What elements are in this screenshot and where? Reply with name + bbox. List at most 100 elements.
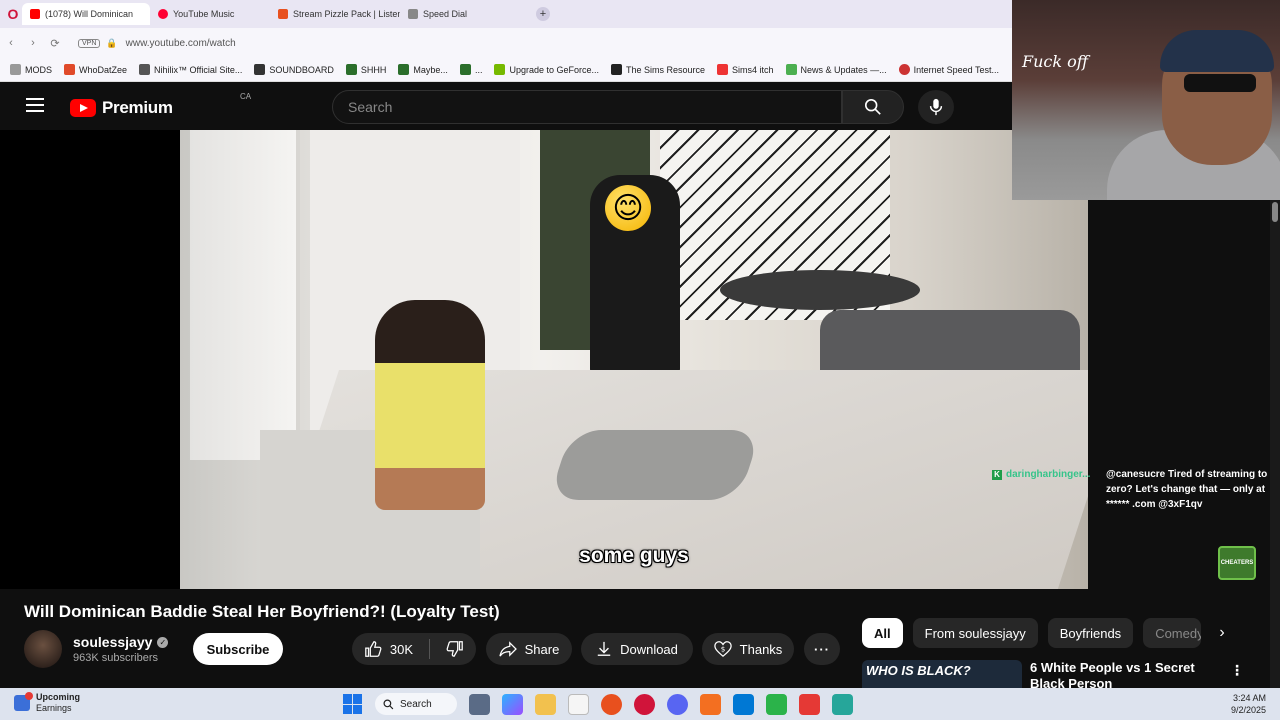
tab-youtube-video[interactable]: (1078) Will Dominican	[22, 3, 150, 25]
webcam-person-cap	[1160, 30, 1274, 72]
tab-label: (1078) Will Dominican	[45, 9, 134, 19]
star-icon	[459, 64, 471, 75]
youtube-favicon-icon	[30, 9, 40, 19]
bookmark-sims-resource[interactable]: The Sims Resource	[611, 64, 705, 75]
new-tab-button[interactable]: +	[536, 7, 550, 21]
chip-from-channel[interactable]: From soulessjayy	[912, 618, 1038, 648]
windows-start-icon[interactable]	[343, 694, 363, 714]
bookmark-whodatzee[interactable]: WhoDatZee	[64, 64, 127, 75]
earnings-widget-icon	[14, 692, 33, 711]
chip-all[interactable]: All	[862, 618, 903, 648]
bookmark-mods[interactable]: MODS	[10, 64, 52, 75]
opera-logo-icon[interactable]: O	[4, 5, 22, 23]
bookmark-other[interactable]: ...	[459, 64, 482, 75]
share-icon	[499, 641, 517, 657]
channel-avatar[interactable]	[24, 630, 62, 668]
star-icon	[345, 64, 357, 75]
page-scrollbar[interactable]	[1270, 200, 1280, 688]
subscribe-button[interactable]: Subscribe	[193, 633, 283, 665]
outlook-icon[interactable]	[733, 693, 754, 715]
windows-taskbar: Upcoming Earnings Search 3:24 AM 9/2/202…	[0, 688, 1280, 720]
bookmark-maybe[interactable]: Maybe...	[398, 64, 448, 75]
download-icon	[597, 641, 611, 656]
cheaters-logo: CHEATERS	[1218, 546, 1256, 580]
video-caption: some guys	[579, 544, 689, 567]
app-icon[interactable]	[766, 693, 787, 715]
dislike-button[interactable]	[446, 640, 464, 658]
itch-icon	[717, 64, 729, 75]
widgets-button[interactable]: Upcoming Earnings	[14, 692, 80, 714]
bookmark-icon	[611, 64, 622, 75]
recommended-video-title[interactable]: 6 White People vs 1 Secret Black Person	[1030, 660, 1200, 688]
search-icon	[383, 698, 394, 709]
youtube-play-icon	[70, 99, 96, 117]
svg-text:$: $	[720, 645, 725, 654]
chat-badge-icon: K	[992, 470, 1002, 480]
app-icon[interactable]	[601, 693, 622, 715]
chip-boyfriends[interactable]: Boyfriends	[1047, 618, 1134, 648]
tab-stream-pizzle[interactable]: Stream Pizzle Pack | Listen	[270, 3, 400, 25]
opera-icon[interactable]	[634, 693, 655, 715]
discord-icon[interactable]	[667, 693, 688, 715]
app-icon[interactable]	[799, 693, 820, 715]
search-input[interactable]: Search	[332, 90, 842, 124]
folder-icon	[10, 64, 21, 75]
stream-chat-message: Kdaringharbinger... @canesucre Tired of …	[992, 467, 1272, 510]
copilot-icon[interactable]	[502, 693, 523, 715]
bookmark-shhh[interactable]: SHHH	[345, 64, 386, 75]
scene-person-leaning	[375, 300, 485, 510]
reload-icon[interactable]: ⟳	[44, 37, 66, 50]
system-clock[interactable]: 3:24 AM 9/2/2025	[1196, 692, 1266, 716]
divider	[429, 639, 431, 659]
thanks-button[interactable]: $ Thanks	[702, 633, 794, 665]
scene-table	[720, 270, 920, 310]
search-button[interactable]	[842, 90, 904, 124]
app-icon[interactable]	[700, 693, 721, 715]
webcam-overlay: Fuck off	[1012, 0, 1280, 200]
speed-dial-favicon-icon	[408, 9, 418, 19]
youtube-logo[interactable]: Premium CA	[70, 92, 251, 118]
voice-search-button[interactable]	[918, 90, 954, 124]
share-button[interactable]: Share	[486, 633, 572, 665]
tab-label: Speed Dial	[423, 9, 468, 19]
download-button[interactable]: Download	[581, 633, 693, 665]
microphone-icon	[929, 98, 943, 116]
youtube-header: Premium CA Search	[0, 82, 1012, 130]
recommended-video-thumbnail[interactable]: WHO IS BLACK?	[862, 660, 1022, 688]
more-actions-button[interactable]: ···	[804, 633, 840, 665]
chat-message-text: @canesucre Tired of streaming to zero? L…	[1106, 469, 1268, 510]
bookmark-geforce[interactable]: Upgrade to GeForce...	[494, 64, 599, 75]
store-icon[interactable]	[568, 693, 589, 715]
bookmark-news[interactable]: News & Updates —...	[785, 64, 887, 75]
taskbar-search[interactable]: Search	[375, 693, 457, 715]
scrollbar-thumb[interactable]	[1272, 202, 1278, 222]
bookmark-soundboard[interactable]: SOUNDBOARD	[254, 64, 334, 75]
scene-sink	[548, 430, 762, 500]
channel-name[interactable]: soulessjayy ✓	[73, 634, 169, 650]
task-view-icon[interactable]	[469, 693, 490, 715]
recommended-video-menu-icon[interactable]: ⋮	[1230, 662, 1244, 679]
bookmark-nihilix[interactable]: Nihilix™ Official Site...	[139, 64, 242, 75]
like-button[interactable]: 30K	[364, 640, 413, 658]
forward-icon[interactable]: ›	[22, 37, 44, 49]
chip-comedy[interactable]: Comedy	[1143, 618, 1202, 648]
bookmark-sims4-itch[interactable]: Sims4 itch	[717, 64, 774, 75]
tab-label: YouTube Music	[173, 9, 235, 19]
menu-icon[interactable]	[26, 98, 44, 112]
video-player[interactable]: 😊 some guys	[0, 130, 1088, 589]
chevron-right-icon[interactable]: ›	[1212, 620, 1232, 646]
vpn-badge[interactable]: VPN	[78, 38, 101, 48]
taskbar-apps: Search	[343, 693, 853, 715]
back-icon[interactable]: ‹	[0, 37, 22, 49]
notepad-icon[interactable]	[832, 693, 853, 715]
file-explorer-icon[interactable]	[535, 693, 556, 715]
tab-youtube-music[interactable]: YouTube Music	[150, 3, 270, 25]
wall-sign: Fuck off	[1022, 52, 1089, 71]
bookmark-speed-test[interactable]: Internet Speed Test...	[898, 64, 999, 75]
lock-icon[interactable]: 🔒	[106, 38, 117, 49]
url-field[interactable]: www.youtube.com/watch	[126, 38, 236, 49]
tab-speed-dial[interactable]: Speed Dial	[400, 3, 530, 25]
soundcloud-favicon-icon	[278, 9, 288, 19]
video-frame: 😊 some guys	[180, 130, 1088, 589]
heart-dollar-icon: $	[713, 641, 732, 658]
